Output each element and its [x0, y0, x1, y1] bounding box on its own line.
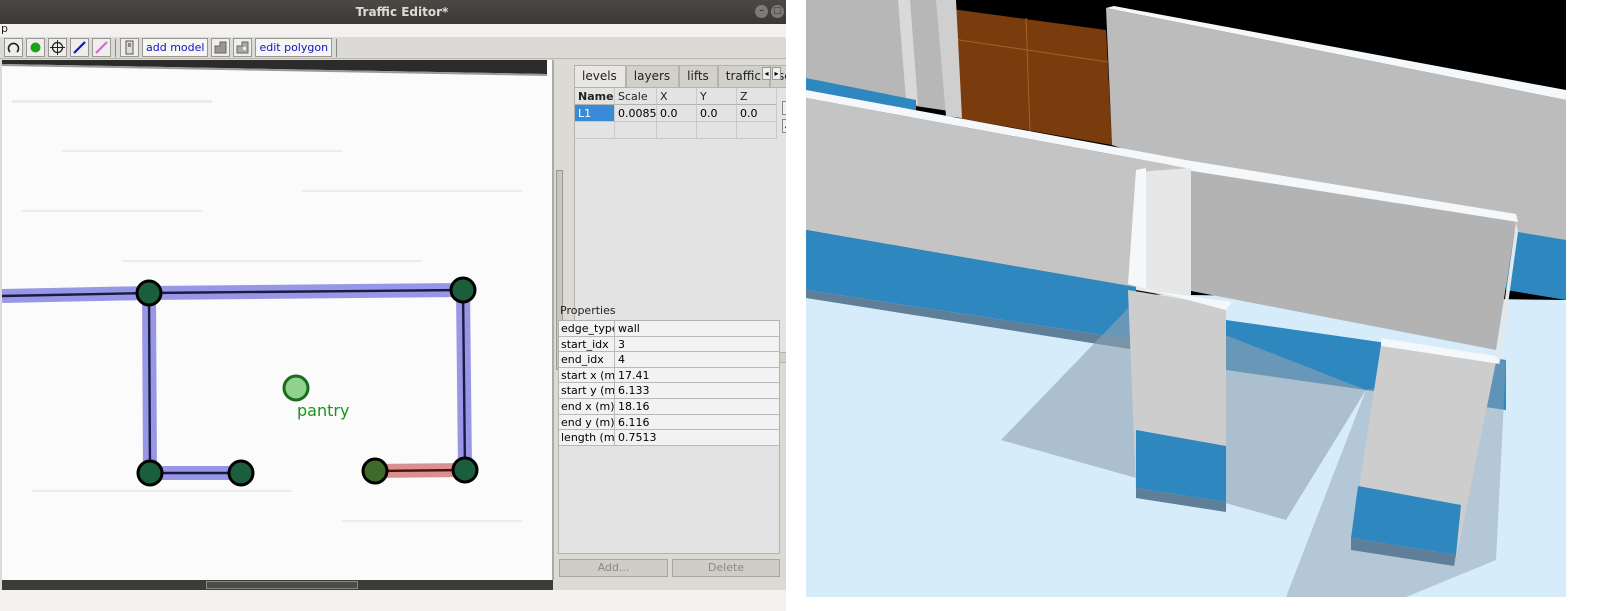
add-door-icon[interactable]: [120, 38, 139, 57]
tab-scroll-right-icon[interactable]: ▸: [772, 67, 781, 80]
table-header: Name Scale X Y Z: [575, 88, 799, 105]
toolbar-separator: [336, 38, 338, 57]
select-icon[interactable]: [4, 38, 23, 57]
property-key: start y (m): [561, 383, 615, 398]
property-row[interactable]: start x (m) 17.41: [559, 367, 779, 384]
vertex: [135, 279, 163, 307]
property-row[interactable]: end y (m) 6.116: [559, 414, 779, 431]
property-value[interactable]: 4: [615, 352, 779, 367]
column-header[interactable]: Scale: [615, 88, 657, 105]
property-key: end y (m): [561, 414, 615, 430]
properties-table: edge_type wall start_idx 3 end_idx 4 start …: [558, 320, 780, 554]
table-row[interactable]: L1 0.0085 0.0 0.0 0.0: [575, 105, 799, 122]
vertices[interactable]: [135, 276, 479, 487]
add-vertex-icon[interactable]: [26, 38, 45, 57]
title-bar: Traffic Editor* – □ ×: [0, 0, 804, 24]
property-row[interactable]: length (m) 0.7513: [559, 430, 779, 446]
traffic-editor-window: Traffic Editor* – □ × p: [0, 0, 804, 611]
property-row[interactable]: end x (m) 18.16: [559, 398, 779, 415]
wall-edges[interactable]: [2, 283, 472, 480]
column-header[interactable]: Z: [737, 88, 777, 105]
add-floor-icon[interactable]: [211, 38, 231, 57]
property-key: start x (m): [561, 367, 615, 383]
property-key: end x (m): [561, 398, 615, 414]
property-row[interactable]: start y (m) 6.133: [559, 383, 779, 399]
menu-bar: p: [0, 22, 804, 37]
property-key: length (m): [561, 430, 615, 445]
table-cell[interactable]: 0.0: [737, 105, 777, 122]
window-title: Traffic Editor*: [355, 5, 449, 19]
add-model-button[interactable]: add model: [142, 38, 209, 57]
table-cell[interactable]: 0.0085: [615, 105, 657, 122]
vertex-label-pantry: pantry: [297, 401, 350, 420]
add-wall-icon[interactable]: [70, 38, 89, 57]
table-row-empty: [575, 122, 799, 139]
tab-layers[interactable]: layers: [625, 65, 680, 87]
canvas-horizontal-scrollbar[interactable]: [2, 580, 553, 590]
property-row[interactable]: end_idx 4: [559, 352, 779, 368]
table-cell[interactable]: 0.0: [697, 105, 737, 122]
minimize-icon[interactable]: –: [755, 5, 768, 18]
property-row[interactable]: start_idx 3: [559, 336, 779, 353]
property-value[interactable]: 6.133: [615, 383, 779, 398]
add-measurement-icon[interactable]: [92, 38, 111, 57]
tab-levels[interactable]: levels: [574, 65, 626, 87]
vertex: [449, 276, 477, 304]
vertex: [227, 459, 255, 487]
delete-button[interactable]: Delete: [672, 559, 780, 577]
edit-polygon-button[interactable]: edit polygon: [255, 38, 333, 57]
property-key: end_idx: [559, 352, 615, 367]
column-header[interactable]: Name: [575, 88, 615, 105]
toolbar-separator: [115, 38, 116, 57]
property-value[interactable]: 6.116: [615, 415, 779, 430]
vertex: [361, 457, 389, 485]
property-value[interactable]: 18.16: [615, 399, 779, 414]
menu-item[interactable]: p: [1, 22, 8, 35]
table-cell[interactable]: L1: [575, 105, 615, 122]
tab-scroll-left-icon[interactable]: ◂: [762, 67, 771, 80]
property-value[interactable]: 0.7513: [615, 430, 779, 445]
screen: Traffic Editor* – □ × p: [0, 0, 1600, 611]
add-hole-icon[interactable]: [233, 38, 253, 57]
column-header[interactable]: X: [657, 88, 697, 105]
properties-title: Properties: [560, 304, 616, 317]
map-canvas[interactable]: pantry: [2, 60, 553, 580]
status-strip: [0, 590, 804, 611]
tab-lifts[interactable]: lifts: [679, 65, 718, 87]
property-row[interactable]: edge_type wall: [559, 321, 779, 337]
crosshair-icon[interactable]: [48, 38, 67, 57]
toolbar: add model edit polygon: [0, 37, 804, 59]
3d-render-view: [806, 0, 1566, 597]
property-key: edge_type: [561, 321, 615, 336]
add-button[interactable]: Add...: [559, 559, 668, 577]
property-key: start_idx: [559, 336, 615, 352]
scan-noise: [12, 100, 522, 522]
property-value[interactable]: 3: [615, 337, 779, 352]
maximize-icon[interactable]: □: [771, 5, 784, 18]
column-header[interactable]: Y: [697, 88, 737, 105]
vertex: [136, 459, 164, 487]
3d-scene: [806, 0, 1566, 597]
table-cell[interactable]: 0.0: [657, 105, 697, 122]
property-value[interactable]: 17.41: [615, 368, 779, 383]
image-divider: [786, 0, 806, 611]
scrollbar-thumb[interactable]: [206, 581, 358, 589]
pantry-vertex: [282, 374, 310, 402]
property-value[interactable]: wall: [615, 321, 779, 336]
vertex: [451, 456, 479, 484]
